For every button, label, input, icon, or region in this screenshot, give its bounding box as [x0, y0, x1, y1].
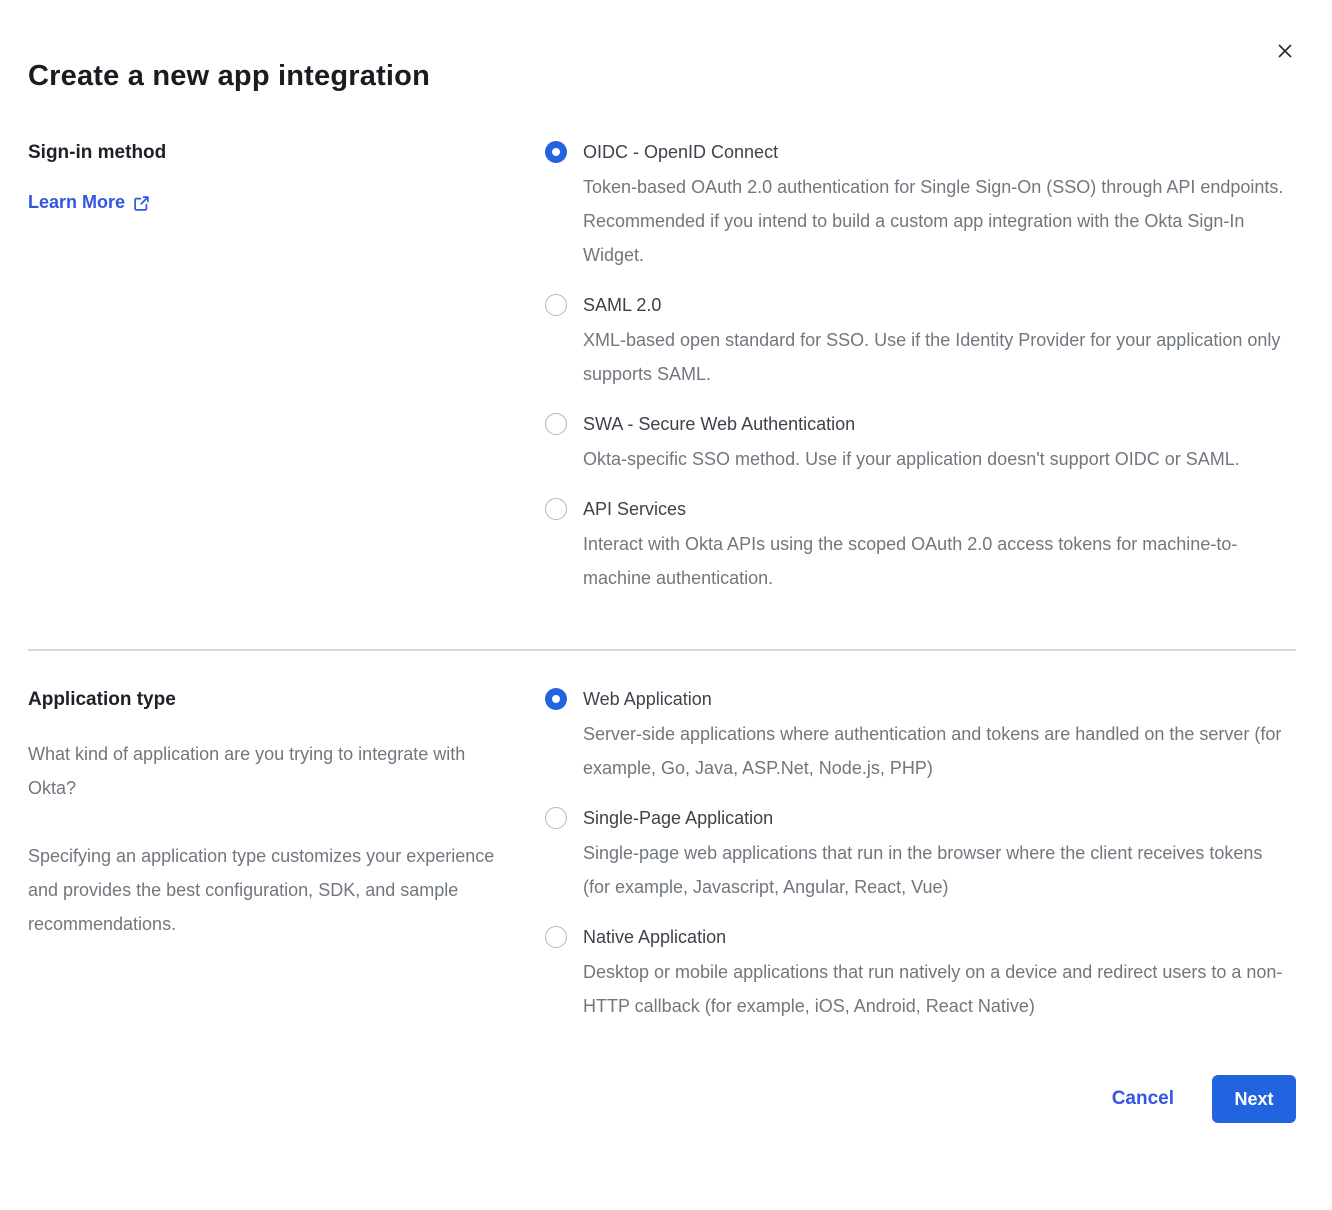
radio-unselected-icon[interactable]: [545, 413, 567, 435]
option-label: SAML 2.0: [583, 293, 1291, 317]
option-description: Okta-specific SSO method. Use if your ap…: [583, 442, 1240, 476]
application-type-section: Application type What kind of applicatio…: [28, 687, 1296, 1023]
application-type-question: What kind of application are you trying …: [28, 737, 495, 805]
application-type-heading: Application type: [28, 687, 495, 713]
radio-unselected-icon[interactable]: [545, 926, 567, 948]
learn-more-label: Learn More: [28, 192, 125, 213]
radio-option-saml[interactable]: SAML 2.0 XML-based open standard for SSO…: [545, 293, 1296, 391]
signin-method-heading: Sign-in method: [28, 140, 495, 166]
signin-method-section: Sign-in method Learn More OIDC - OpenID …: [28, 140, 1296, 595]
radio-option-oidc[interactable]: OIDC - OpenID Connect Token-based OAuth …: [545, 140, 1296, 272]
option-label: SWA - Secure Web Authentication: [583, 412, 1240, 436]
cancel-button[interactable]: Cancel: [1112, 1088, 1174, 1110]
option-description: Server-side applications where authentic…: [583, 717, 1291, 785]
next-button[interactable]: Next: [1212, 1075, 1296, 1123]
option-label: Web Application: [583, 687, 1291, 711]
modal-footer: Cancel Next: [28, 1075, 1296, 1123]
option-description: Single-page web applications that run in…: [583, 836, 1291, 904]
external-link-icon: [133, 193, 150, 212]
option-description: XML-based open standard for SSO. Use if …: [583, 323, 1291, 391]
radio-selected-icon[interactable]: [545, 688, 567, 710]
create-app-integration-modal: Create a new app integration Sign-in met…: [0, 0, 1332, 1210]
option-label: OIDC - OpenID Connect: [583, 140, 1291, 164]
page-title: Create a new app integration: [28, 0, 1296, 96]
option-label: Native Application: [583, 925, 1291, 949]
option-description: Token-based OAuth 2.0 authentication for…: [583, 170, 1291, 272]
option-label: Single-Page Application: [583, 806, 1291, 830]
option-description: Interact with Okta APIs using the scoped…: [583, 527, 1291, 595]
section-divider: [28, 649, 1296, 651]
radio-option-api-services[interactable]: API Services Interact with Okta APIs usi…: [545, 497, 1296, 595]
radio-unselected-icon[interactable]: [545, 498, 567, 520]
radio-option-web-application[interactable]: Web Application Server-side applications…: [545, 687, 1296, 785]
option-label: API Services: [583, 497, 1291, 521]
application-type-note: Specifying an application type customize…: [28, 839, 495, 941]
radio-option-swa[interactable]: SWA - Secure Web Authentication Okta-spe…: [545, 412, 1296, 476]
radio-unselected-icon[interactable]: [545, 294, 567, 316]
radio-option-native-application[interactable]: Native Application Desktop or mobile app…: [545, 925, 1296, 1023]
radio-unselected-icon[interactable]: [545, 807, 567, 829]
learn-more-link[interactable]: Learn More: [28, 192, 150, 213]
close-button[interactable]: [1272, 38, 1298, 64]
close-icon: [1275, 41, 1295, 61]
option-description: Desktop or mobile applications that run …: [583, 955, 1291, 1023]
radio-option-single-page-application[interactable]: Single-Page Application Single-page web …: [545, 806, 1296, 904]
radio-selected-icon[interactable]: [545, 141, 567, 163]
